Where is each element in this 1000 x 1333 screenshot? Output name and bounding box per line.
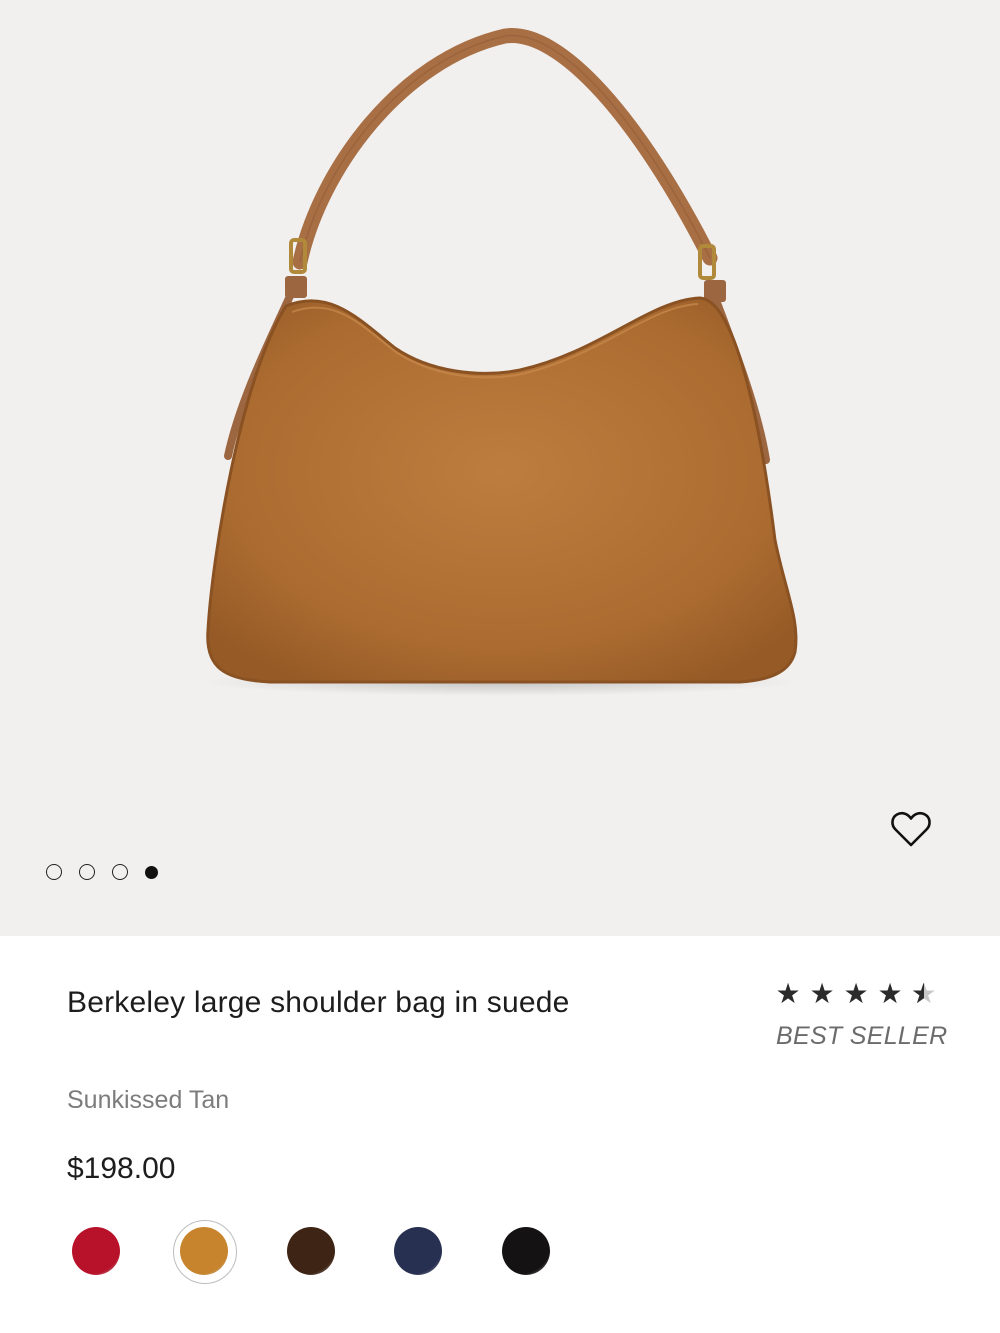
wishlist-button[interactable] xyxy=(886,804,936,854)
star-rating[interactable]: ★ ★ ★ ★ ★ ★ xyxy=(775,978,937,1010)
swatch-red[interactable] xyxy=(72,1227,120,1275)
product-title: Berkeley large shoulder bag in suede xyxy=(67,986,570,1019)
heart-outline-icon xyxy=(891,811,931,847)
gallery-pagination xyxy=(46,864,158,880)
star-icon: ★ xyxy=(809,978,835,1009)
star-half-icon: ★ ★ xyxy=(911,978,937,1009)
swatch-sunkissed-tan[interactable] xyxy=(173,1220,237,1284)
swatch-navy[interactable] xyxy=(394,1227,442,1275)
product-price: $198.00 xyxy=(67,1152,176,1185)
selected-color-name: Sunkissed Tan xyxy=(67,1086,230,1114)
gallery-dot-1[interactable] xyxy=(46,864,62,880)
swatch-brown[interactable] xyxy=(287,1227,335,1275)
product-image-shoulder-bag xyxy=(200,28,800,696)
gallery-dot-2[interactable] xyxy=(79,864,95,880)
swatch-black[interactable] xyxy=(502,1227,550,1275)
star-icon: ★ xyxy=(877,978,903,1009)
product-image-gallery[interactable] xyxy=(0,0,1000,936)
star-icon: ★ xyxy=(843,978,869,1009)
best-seller-badge: BEST SELLER xyxy=(776,1022,948,1050)
gallery-dot-3[interactable] xyxy=(112,864,128,880)
color-swatches xyxy=(72,1220,572,1284)
gallery-dot-4-active[interactable] xyxy=(145,865,158,879)
star-icon: ★ xyxy=(775,978,801,1009)
